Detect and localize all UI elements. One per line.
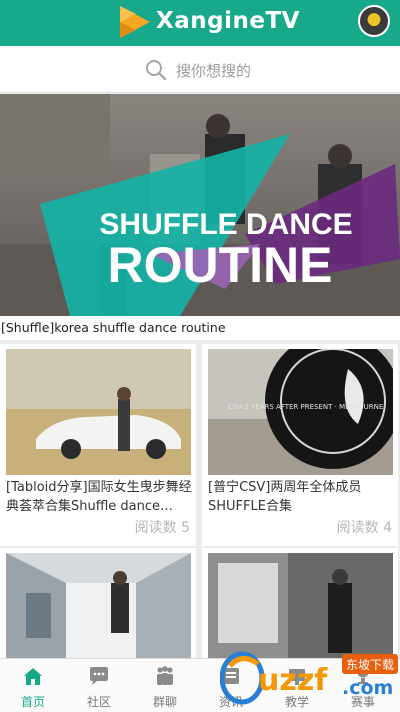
news-icon (223, 668, 239, 684)
tab-label: 资讯 (218, 695, 243, 709)
tab-events[interactable]: 赛事 (330, 659, 396, 712)
hero-banner[interactable]: SHUFFLE DANCE ROUTINE (0, 94, 400, 316)
app-logo-text: XangineTV (156, 8, 300, 34)
tab-home[interactable]: 首页 (0, 659, 66, 712)
tab-teaching[interactable]: 教学 (264, 659, 330, 712)
app-logo[interactable]: XangineTV (116, 2, 316, 42)
tab-label: 赛事 (350, 695, 375, 709)
tab-label: 群聊 (152, 695, 177, 709)
teach-icon (289, 669, 305, 685)
bottom-tab-bar: 首页 社区 群聊 资讯 教学 赛事 (0, 658, 400, 712)
hero-image: SHUFFLE DANCE ROUTINE (0, 94, 400, 316)
tab-label: 社区 (86, 695, 111, 709)
video-card[interactable]: CSV 2 YEARS AFTER PRESENT · MELBOURNE [普… (202, 344, 398, 546)
video-card[interactable] (202, 548, 398, 679)
tab-news[interactable]: 资讯 (198, 659, 264, 712)
video-title: [普宁CSV]两周年全体成员SHUFFLE合集 (208, 480, 362, 514)
tab-label: 教学 (284, 695, 309, 709)
read-count: 阅读数 5 (134, 520, 190, 536)
hero-title-line2: ROUTINE (108, 237, 333, 293)
avatar[interactable] (358, 5, 390, 37)
play-logo-icon (120, 6, 150, 38)
search-placeholder: 搜你想搜的 (176, 62, 252, 80)
tab-group-chat[interactable]: 群聊 (132, 659, 198, 712)
trophy-icon (357, 668, 369, 684)
search-icon (146, 60, 167, 81)
tab-community[interactable]: 社区 (66, 659, 132, 712)
chat-icon (90, 667, 108, 685)
group-icon (157, 666, 173, 685)
home-icon (24, 668, 42, 685)
read-count: 阅读数 4 (336, 520, 392, 536)
search-bar[interactable]: 搜你想搜的 (0, 46, 400, 93)
video-thumbnail (6, 349, 191, 475)
hero-caption[interactable]: [Shuffle]korea shuffle dance routine (0, 316, 400, 340)
video-card[interactable]: [Tabloid分享]国际女生曳步舞经典荟萃合集Shuffle dance… 阅… (0, 344, 196, 546)
thumb-text: CSV 2 YEARS AFTER PRESENT · MELBOURNE (228, 403, 383, 411)
video-thumbnail: CSV 2 YEARS AFTER PRESENT · MELBOURNE (208, 349, 393, 475)
video-title: [Tabloid分享]国际女生曳步舞经典荟萃合集Shuffle dance… (6, 480, 192, 514)
top-bar: XangineTV (0, 0, 400, 46)
video-card[interactable] (0, 548, 196, 679)
tab-label: 首页 (20, 695, 45, 709)
